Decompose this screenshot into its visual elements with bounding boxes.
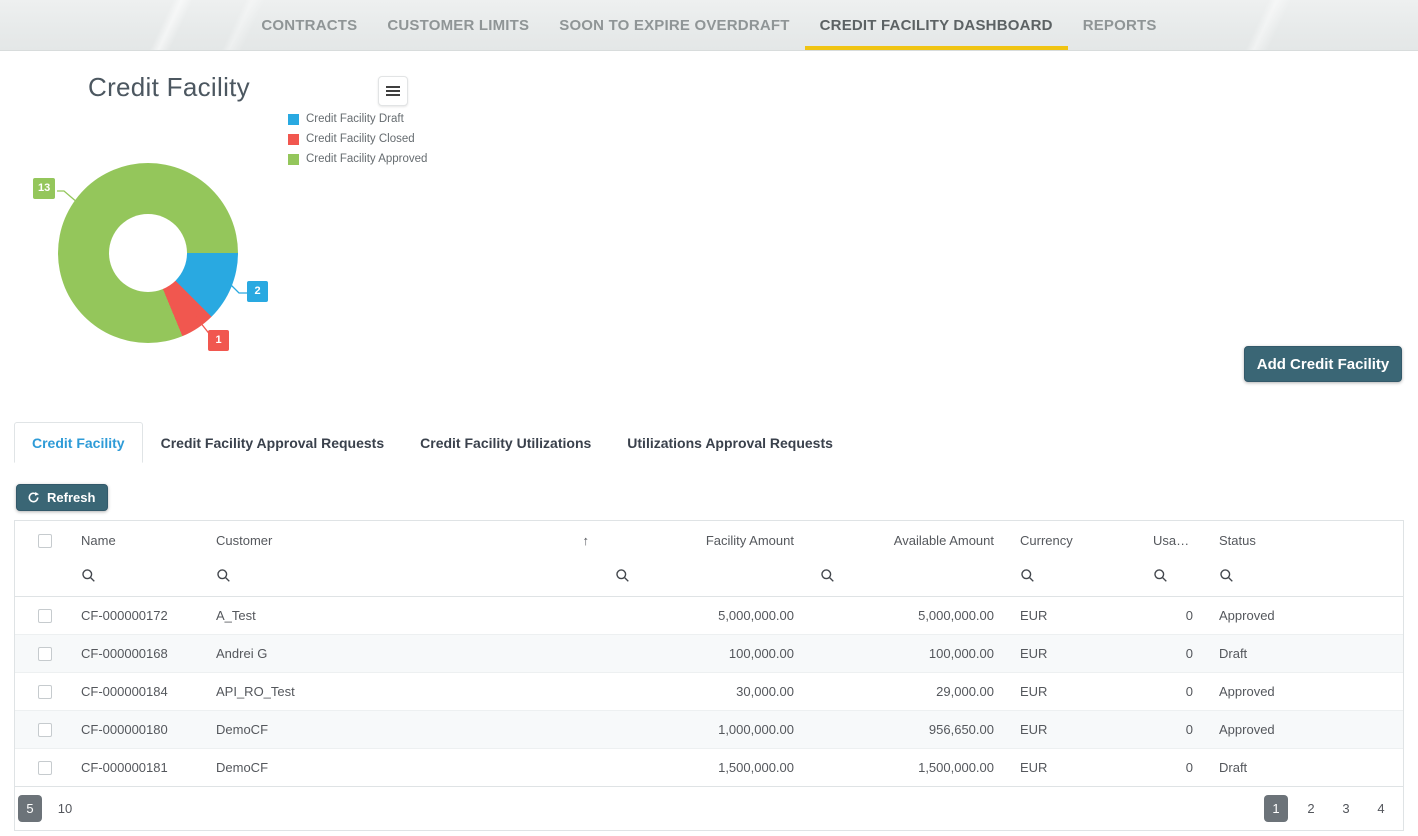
cell-facility-amount: 100,000.00 [601, 634, 806, 672]
tab-utilizations-approval-requests[interactable]: Utilizations Approval Requests [609, 422, 851, 463]
tab-credit-facility-approval-requests[interactable]: Credit Facility Approval Requests [143, 422, 403, 463]
cell-usage: 0 [1139, 710, 1205, 748]
search-icon[interactable] [820, 568, 835, 583]
refresh-label: Refresh [47, 490, 95, 505]
cell-facility-amount: 1,500,000.00 [601, 748, 806, 786]
column-header-usage-percentage[interactable]: Usage P... [1139, 521, 1205, 559]
refresh-button[interactable]: Refresh [16, 484, 108, 511]
page-button-4[interactable]: 4 [1369, 795, 1393, 822]
cell-available-amount: 5,000,000.00 [806, 596, 1006, 634]
column-header-status[interactable]: Status [1205, 521, 1403, 559]
slice-label-draft: 2 [247, 281, 268, 302]
donut-chart-area: 13 2 1 [0, 56, 430, 406]
search-icon[interactable] [1219, 568, 1234, 583]
donut-chart[interactable] [58, 163, 238, 343]
cell-facility-amount: 1,000,000.00 [601, 710, 806, 748]
page-button-1[interactable]: 1 [1264, 795, 1288, 822]
column-header-customer[interactable]: Customer ↑ [202, 521, 601, 559]
column-header-facility-amount[interactable]: Facility Amount [601, 521, 806, 559]
page-size-selector: 5 10 [18, 795, 77, 822]
cell-usage: 0 [1139, 748, 1205, 786]
cell-name: CF-000000184 [67, 672, 202, 710]
tab-credit-facility-utilizations[interactable]: Credit Facility Utilizations [402, 422, 609, 463]
page-size-option-5[interactable]: 5 [18, 795, 42, 822]
nav-item-credit-facility-dashboard[interactable]: CREDIT FACILITY DASHBOARD [805, 0, 1068, 50]
cell-currency: EUR [1006, 672, 1139, 710]
cell-customer: API_RO_Test [202, 672, 601, 710]
cell-name: CF-000000168 [67, 634, 202, 672]
cell-customer: Andrei G [202, 634, 601, 672]
credit-facility-grid: Name Customer ↑ Facility Amount Availabl… [14, 520, 1404, 831]
header-row: Name Customer ↑ Facility Amount Availabl… [15, 521, 1403, 559]
cell-available-amount: 100,000.00 [806, 634, 1006, 672]
table-row[interactable]: CF-000000184 API_RO_Test 30,000.00 29,00… [15, 672, 1403, 710]
table-row[interactable]: CF-000000172 A_Test 5,000,000.00 5,000,0… [15, 596, 1403, 634]
table-row[interactable]: CF-000000180 DemoCF 1,000,000.00 956,650… [15, 710, 1403, 748]
cell-status: Draft [1205, 634, 1403, 672]
cell-facility-amount: 30,000.00 [601, 672, 806, 710]
row-checkbox[interactable] [38, 609, 52, 623]
slice-label-closed: 1 [208, 330, 229, 351]
column-header-name[interactable]: Name [67, 521, 202, 559]
grid-pager: 5 10 1 2 3 4 [15, 786, 1403, 830]
page-selector: 1 2 3 4 [1264, 795, 1393, 822]
search-icon[interactable] [81, 568, 96, 583]
select-all-checkbox[interactable] [38, 534, 52, 548]
column-header-label: Customer [216, 533, 272, 548]
nav-item-contracts[interactable]: CONTRACTS [246, 0, 372, 50]
cell-available-amount: 29,000.00 [806, 672, 1006, 710]
sort-ascending-icon: ↑ [583, 533, 590, 548]
cell-status: Approved [1205, 672, 1403, 710]
column-header-available-amount[interactable]: Available Amount [806, 521, 1006, 559]
slice-label-approved: 13 [33, 178, 55, 199]
cell-name: CF-000000181 [67, 748, 202, 786]
select-all-cell [15, 521, 67, 559]
table-row[interactable]: CF-000000181 DemoCF 1,500,000.00 1,500,0… [15, 748, 1403, 786]
cell-currency: EUR [1006, 596, 1139, 634]
cell-usage: 0 [1139, 596, 1205, 634]
refresh-icon [27, 491, 40, 504]
cell-status: Draft [1205, 748, 1403, 786]
cell-facility-amount: 5,000,000.00 [601, 596, 806, 634]
cell-customer: DemoCF [202, 748, 601, 786]
search-icon[interactable] [615, 568, 630, 583]
cell-available-amount: 1,500,000.00 [806, 748, 1006, 786]
row-checkbox[interactable] [38, 723, 52, 737]
cell-name: CF-000000172 [67, 596, 202, 634]
row-checkbox[interactable] [38, 685, 52, 699]
page-size-option-10[interactable]: 10 [53, 795, 77, 822]
cell-customer: DemoCF [202, 710, 601, 748]
column-header-currency[interactable]: Currency [1006, 521, 1139, 559]
search-icon[interactable] [1020, 568, 1035, 583]
nav-item-soon-to-expire-overdraft[interactable]: SOON TO EXPIRE OVERDRAFT [544, 0, 804, 50]
cell-customer: A_Test [202, 596, 601, 634]
search-icon[interactable] [1153, 568, 1168, 583]
cell-name: CF-000000180 [67, 710, 202, 748]
table-row[interactable]: CF-000000168 Andrei G 100,000.00 100,000… [15, 634, 1403, 672]
cell-currency: EUR [1006, 748, 1139, 786]
tab-credit-facility[interactable]: Credit Facility [14, 422, 143, 463]
cell-status: Approved [1205, 710, 1403, 748]
nav-item-reports[interactable]: REPORTS [1068, 0, 1172, 50]
tab-strip: Credit Facility Credit Facility Approval… [14, 422, 851, 463]
cell-usage: 0 [1139, 672, 1205, 710]
cell-currency: EUR [1006, 634, 1139, 672]
search-icon[interactable] [216, 568, 231, 583]
row-checkbox[interactable] [38, 761, 52, 775]
top-nav: CONTRACTS CUSTOMER LIMITS SOON TO EXPIRE… [0, 0, 1418, 51]
page-button-3[interactable]: 3 [1334, 795, 1358, 822]
cell-status: Approved [1205, 596, 1403, 634]
nav-item-customer-limits[interactable]: CUSTOMER LIMITS [372, 0, 544, 50]
cell-usage: 0 [1139, 634, 1205, 672]
page-button-2[interactable]: 2 [1299, 795, 1323, 822]
cell-available-amount: 956,650.00 [806, 710, 1006, 748]
row-checkbox[interactable] [38, 647, 52, 661]
filter-row [15, 559, 1403, 596]
add-credit-facility-button[interactable]: Add Credit Facility [1244, 346, 1402, 382]
cell-currency: EUR [1006, 710, 1139, 748]
